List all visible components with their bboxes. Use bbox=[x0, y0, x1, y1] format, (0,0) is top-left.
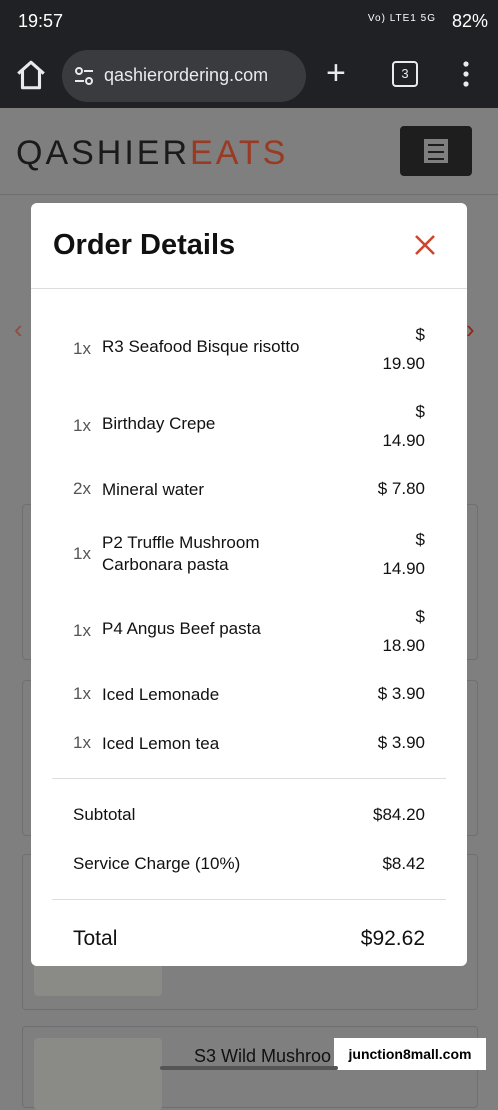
chevron-right-icon[interactable]: › bbox=[466, 314, 475, 345]
signal-indicators: Vo) LTE1 5G bbox=[367, 13, 436, 24]
address-bar[interactable]: qashierordering.com bbox=[62, 50, 306, 102]
item-qty: 1x bbox=[73, 733, 91, 752]
item-qty: 1x bbox=[73, 621, 91, 640]
service-charge-label: Service Charge (10%) bbox=[73, 854, 241, 873]
tab-switcher-button[interactable]: 3 bbox=[392, 61, 418, 87]
home-icon[interactable] bbox=[14, 58, 48, 92]
browser-toolbar: qashierordering.com + 3 bbox=[0, 44, 498, 108]
item-name: Iced Lemonade bbox=[102, 685, 220, 704]
receipt-icon bbox=[424, 139, 448, 163]
order-receipt-button[interactable] bbox=[400, 126, 472, 176]
service-charge-value: $8.42 bbox=[382, 854, 425, 873]
item-name: P4 Angus Beef pasta bbox=[102, 619, 261, 638]
status-bar: 19:57 Vo) LTE1 5G 82% bbox=[0, 0, 498, 44]
status-time: 19:57 bbox=[18, 11, 64, 31]
item-price-symbol: $ bbox=[415, 607, 425, 626]
item-name: Iced Lemon tea bbox=[102, 734, 220, 753]
item-name: Mineral water bbox=[102, 480, 205, 499]
item-price: $ 7.80 bbox=[377, 479, 425, 498]
item-name: R3 Seafood Bisque risotto bbox=[102, 337, 300, 356]
item-price-amount: 18.90 bbox=[382, 636, 425, 655]
item-price-amount: 14.90 bbox=[382, 431, 425, 450]
modal-divider bbox=[31, 288, 467, 289]
item-qty: 2x bbox=[73, 479, 91, 498]
battery-level: 82% bbox=[451, 11, 488, 31]
item-name: P2 Truffle Mushroom Carbonara pasta bbox=[102, 533, 260, 574]
item-qty: 1x bbox=[73, 416, 91, 435]
item-price: $ 3.90 bbox=[377, 733, 425, 752]
item-price-amount: 14.90 bbox=[382, 559, 425, 578]
item-qty: 1x bbox=[73, 684, 91, 703]
item-qty: 1x bbox=[73, 339, 91, 358]
total-label: Total bbox=[73, 927, 118, 950]
subtotal-label: Subtotal bbox=[73, 805, 136, 824]
item-price-symbol: $ bbox=[415, 530, 425, 549]
item-price-symbol: $ bbox=[415, 325, 425, 344]
modal-title: Order Details bbox=[53, 229, 236, 261]
total-value: $92.62 bbox=[360, 927, 425, 950]
item-price-amount: 19.90 bbox=[382, 354, 425, 373]
site-settings-icon[interactable] bbox=[74, 66, 94, 86]
watermark: junction8mall.com bbox=[334, 1038, 486, 1070]
menu-item-image bbox=[34, 1038, 162, 1110]
order-details-modal: Order Details 1x R3 Seafood Bisque risot… bbox=[31, 203, 467, 966]
items-divider bbox=[52, 778, 446, 779]
chevron-left-icon[interactable]: ‹ bbox=[14, 314, 23, 345]
totals-divider bbox=[52, 899, 446, 900]
close-icon[interactable] bbox=[411, 231, 439, 259]
item-name: Birthday Crepe bbox=[102, 414, 216, 433]
menu-item-name: S3 Wild Mushroo bbox=[194, 1046, 332, 1066]
item-price: $19.90 bbox=[382, 320, 425, 378]
header-divider bbox=[0, 194, 498, 195]
item-qty: 1x bbox=[73, 544, 91, 563]
subtotal-value: $84.20 bbox=[373, 805, 425, 824]
brand-logo[interactable]: QASHIEREATS bbox=[16, 134, 288, 173]
new-tab-button[interactable]: + bbox=[326, 56, 346, 90]
more-options-icon[interactable] bbox=[462, 60, 470, 88]
item-price: $ 3.90 bbox=[377, 684, 425, 703]
gesture-nav-handle[interactable] bbox=[160, 1066, 338, 1070]
item-price: $14.90 bbox=[382, 397, 425, 455]
brand-logo-part1: QASHIER bbox=[16, 134, 191, 172]
url-text: qashierordering.com bbox=[104, 65, 269, 85]
item-price: $18.90 bbox=[382, 602, 425, 660]
item-price-symbol: $ bbox=[415, 402, 425, 421]
brand-logo-part2: EATS bbox=[190, 134, 289, 172]
item-price: $14.90 bbox=[382, 525, 425, 583]
